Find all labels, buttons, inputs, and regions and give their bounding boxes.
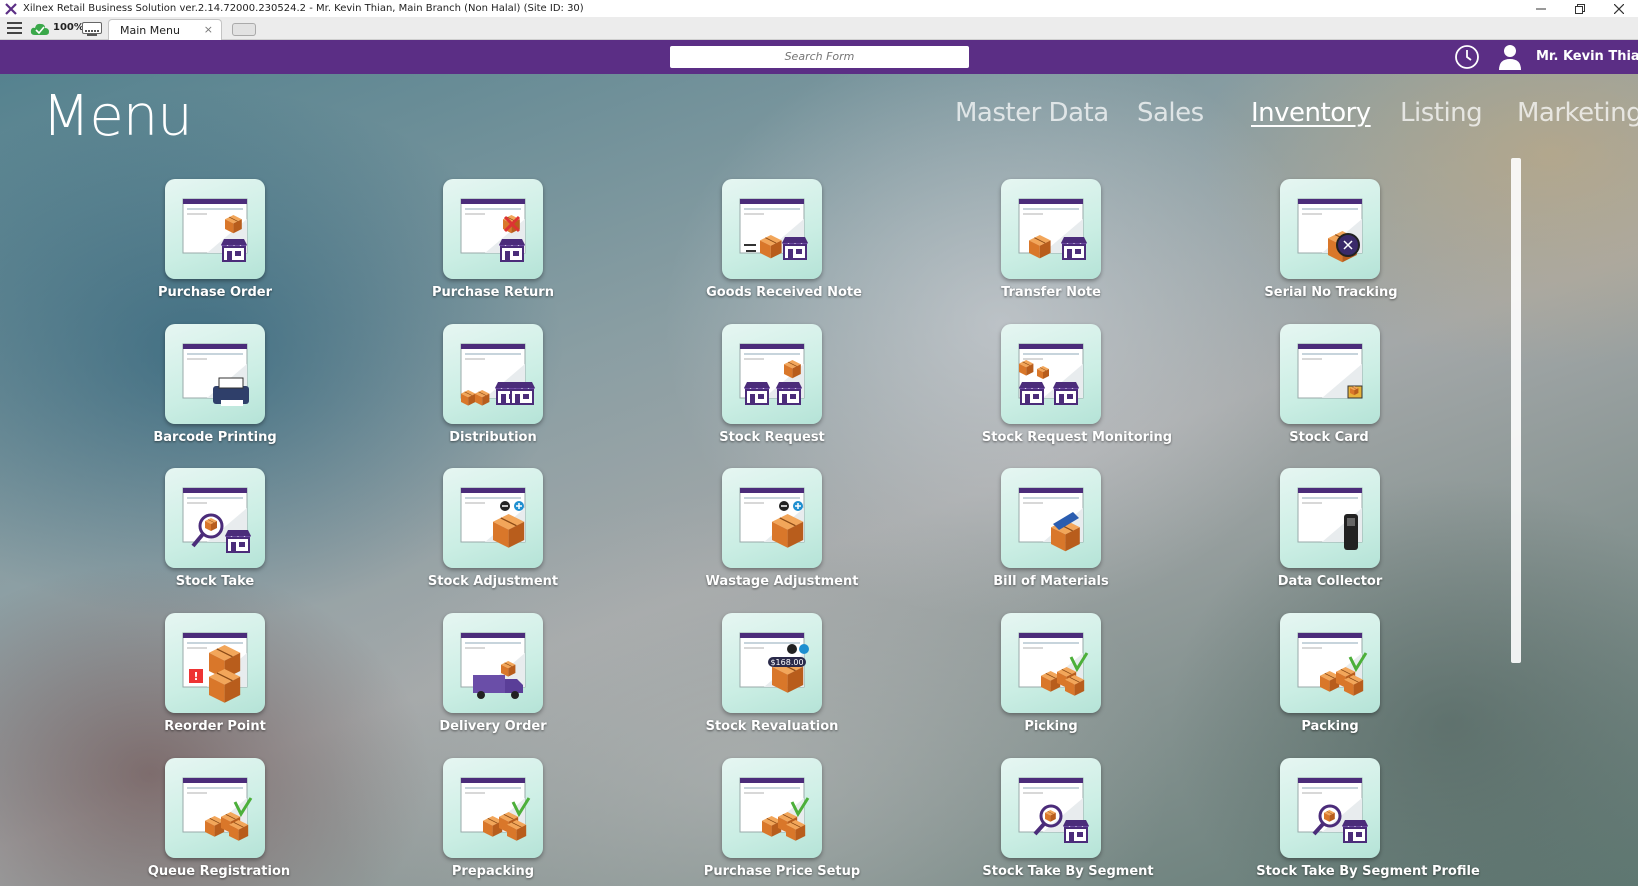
scrollbar[interactable]	[1511, 158, 1521, 663]
prepacking-tile[interactable]	[443, 758, 543, 858]
clock-icon[interactable]	[1454, 44, 1480, 70]
zoom-level: 100%	[53, 22, 84, 33]
tab-close-icon[interactable]: ×	[204, 23, 213, 36]
stock-adjustment-tile[interactable]	[443, 468, 543, 568]
hamburger-menu-icon[interactable]	[7, 22, 22, 34]
menu-item-label[interactable]: Purchase Price Setup	[704, 864, 860, 879]
purchase-return-tile[interactable]	[443, 179, 543, 279]
transfer-note-tile[interactable]	[1001, 179, 1101, 279]
user-avatar-icon[interactable]	[1497, 43, 1523, 71]
menu-item-label[interactable]: Bill of Materials	[993, 574, 1109, 589]
restore-icon[interactable]	[1561, 0, 1599, 17]
purchase-price-setup-tile[interactable]	[722, 758, 822, 858]
tab-inventory[interactable]: Inventory	[1251, 98, 1371, 128]
window-title: Xilnex Retail Business Solution ver.2.14…	[23, 3, 584, 14]
new-tab-button[interactable]	[232, 23, 256, 36]
menu-item-label[interactable]: Barcode Printing	[153, 430, 276, 445]
distribution-tile[interactable]	[443, 324, 543, 424]
menu-item-label[interactable]: Data Collector	[1278, 574, 1383, 589]
stock-take-by-segment-tile[interactable]	[1001, 758, 1101, 858]
menu-item-label[interactable]: Stock Request	[719, 430, 825, 445]
stock-revaluation-tile[interactable]: $168.00	[722, 613, 822, 713]
svg-text:$168.00: $168.00	[770, 658, 803, 667]
tab-main-menu[interactable]: Main Menu ×	[108, 19, 222, 40]
picking-tile[interactable]	[1001, 613, 1101, 713]
stock-request-tile[interactable]	[722, 324, 822, 424]
window-title-bar: Xilnex Retail Business Solution ver.2.14…	[0, 0, 1638, 17]
reorder-point-tile[interactable]: !	[165, 613, 265, 713]
data-collector-tile[interactable]	[1280, 468, 1380, 568]
stock-take-by-segment-profile-tile[interactable]	[1280, 758, 1380, 858]
queue-registration-tile[interactable]	[165, 758, 265, 858]
menu-item-label[interactable]: Stock Take	[176, 574, 254, 589]
delivery-order-tile[interactable]	[443, 613, 543, 713]
menu-item-label[interactable]: Stock Adjustment	[428, 574, 558, 589]
menu-item-label[interactable]: Purchase Return	[432, 285, 554, 300]
menu-item-label[interactable]: Goods Received Note	[706, 285, 862, 300]
xilnex-logo-icon	[4, 2, 18, 16]
menu-item-label[interactable]: Stock Request Monitoring	[982, 430, 1172, 445]
tab-label: Main Menu	[120, 24, 180, 37]
search-form-input[interactable]	[670, 46, 969, 68]
minimize-icon[interactable]	[1522, 0, 1560, 17]
wastage-adjustment-tile[interactable]	[722, 468, 822, 568]
app-header: Mr. Kevin Thian	[0, 40, 1638, 74]
barcode-printing-tile[interactable]	[165, 324, 265, 424]
keyboard-icon[interactable]	[82, 22, 102, 36]
menu-item-label[interactable]: Stock Take By Segment	[982, 864, 1153, 879]
menu-item-label[interactable]: Prepacking	[452, 864, 534, 879]
menu-item-label[interactable]: Packing	[1301, 719, 1358, 734]
packing-tile[interactable]	[1280, 613, 1380, 713]
menu-item-label[interactable]: Serial No Tracking	[1264, 285, 1397, 300]
stock-request-monitoring-tile[interactable]	[1001, 324, 1101, 424]
stock-take-tile[interactable]	[165, 468, 265, 568]
menu-item-label[interactable]: Stock Take By Segment Profile	[1256, 864, 1480, 879]
svg-text:!: !	[193, 670, 198, 683]
goods-received-note-tile[interactable]	[722, 179, 822, 279]
main-menu-area: Menu Master Data Sales Inventory Listing Mar…	[0, 74, 1638, 886]
username[interactable]: Mr. Kevin Thian	[1536, 49, 1638, 64]
tab-sales[interactable]: Sales	[1137, 98, 1204, 128]
menu-item-label[interactable]: Delivery Order	[439, 719, 546, 734]
menu-item-label[interactable]: Stock Card	[1289, 430, 1368, 445]
tab-marketing[interactable]: Marketing	[1517, 98, 1638, 128]
stock-card-tile[interactable]	[1280, 324, 1380, 424]
tab-master-data[interactable]: Master Data	[955, 98, 1109, 128]
menu-item-label[interactable]: Wastage Adjustment	[706, 574, 859, 589]
menu-item-label[interactable]: Picking	[1024, 719, 1077, 734]
menu-item-label[interactable]: Queue Registration	[148, 864, 290, 879]
menu-item-label[interactable]: Stock Revaluation	[706, 719, 839, 734]
close-icon[interactable]	[1600, 0, 1638, 17]
menu-item-label[interactable]: Reorder Point	[164, 719, 266, 734]
tab-bar: 100% Main Menu ×	[0, 17, 1638, 40]
tab-listing[interactable]: Listing	[1400, 98, 1483, 128]
menu-item-label[interactable]: Distribution	[449, 430, 536, 445]
menu-item-label[interactable]: Transfer Note	[1001, 285, 1101, 300]
purchase-order-tile[interactable]	[165, 179, 265, 279]
serial-no-tracking-tile[interactable]	[1280, 179, 1380, 279]
bill-of-materials-tile[interactable]	[1001, 468, 1101, 568]
page-title: Menu	[42, 84, 193, 149]
cloud-sync-icon	[30, 21, 50, 35]
menu-item-label[interactable]: Purchase Order	[158, 285, 272, 300]
